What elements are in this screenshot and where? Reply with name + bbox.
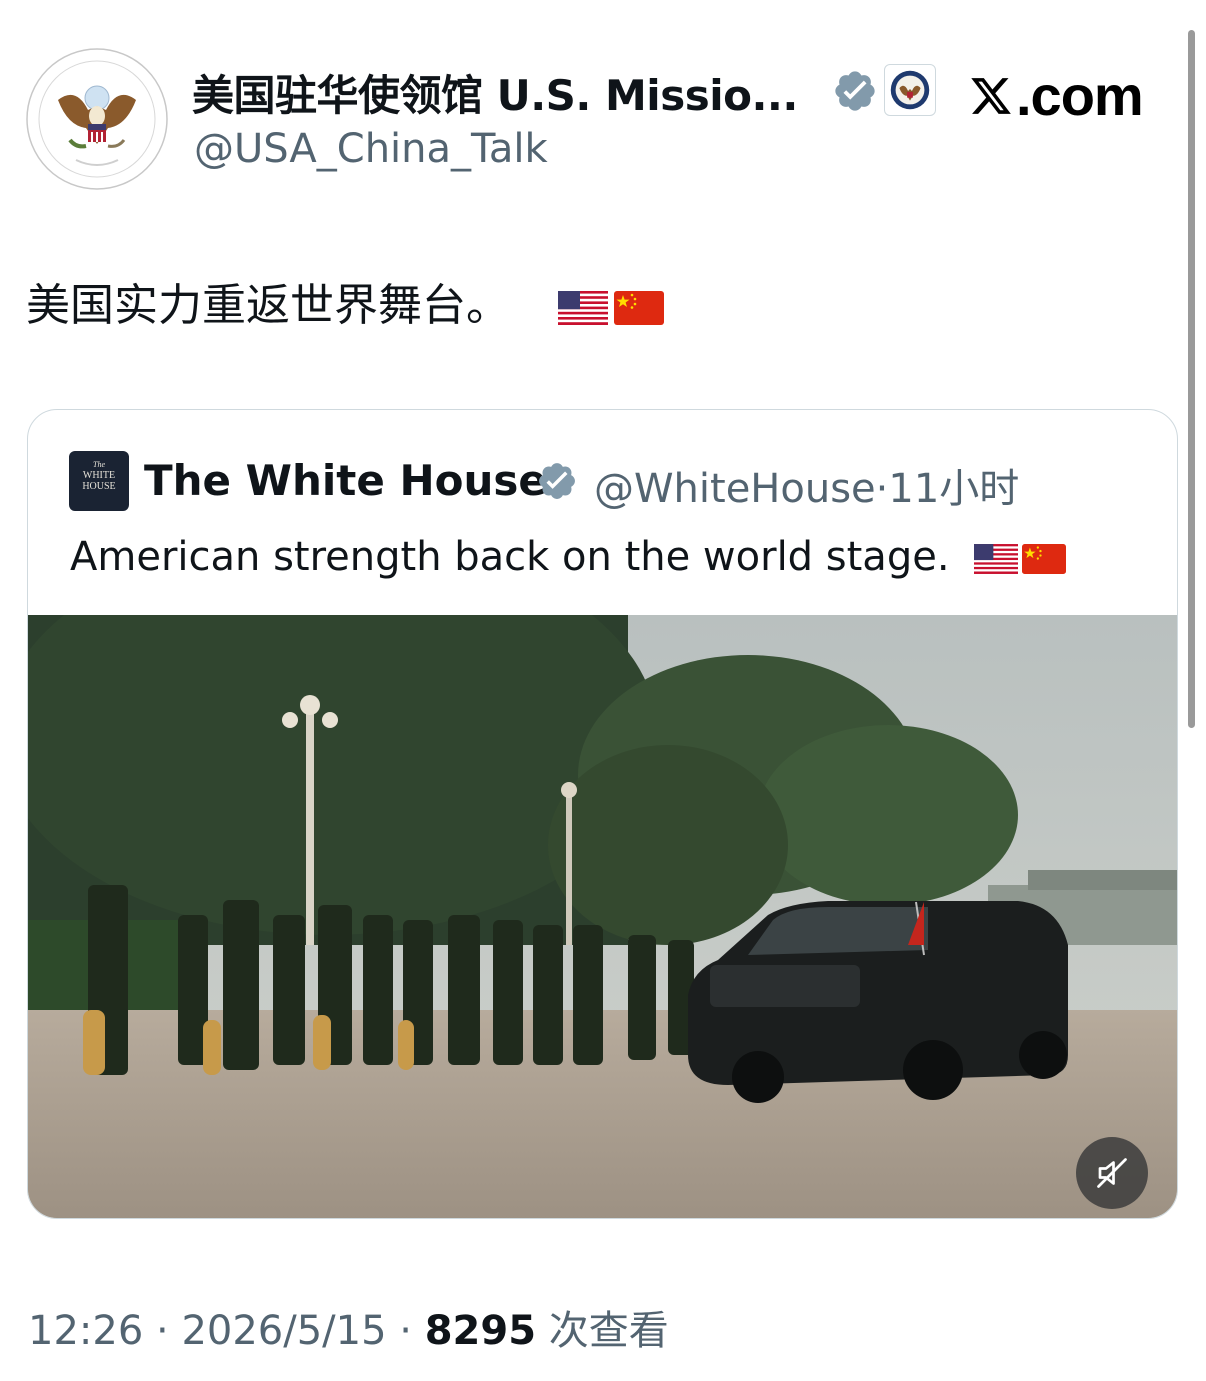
- tweet-text: 美国实力重返世界舞台。: [26, 276, 664, 336]
- display-name[interactable]: 美国驻华使领馆 U.S. Missio...: [192, 62, 798, 123]
- avatar-text-mid: WHITE: [82, 470, 116, 481]
- state-department-seal-icon[interactable]: [884, 64, 936, 116]
- quote-handle[interactable]: @WhiteHouse: [594, 466, 876, 512]
- white-house-avatar[interactable]: The WHITE HOUSE: [69, 451, 129, 511]
- separator: ·: [143, 1308, 182, 1354]
- scrollbar[interactable]: [1188, 30, 1195, 728]
- views-count[interactable]: 8295: [425, 1308, 536, 1354]
- tweet-date[interactable]: 2026/5/15: [181, 1308, 386, 1354]
- quote-body: American strength back on the world stag…: [70, 534, 950, 580]
- watermark-text: .com: [1016, 64, 1144, 127]
- china-flag-icon: [1022, 544, 1067, 574]
- avatar-text-top: The: [93, 460, 105, 469]
- avatar-text-bottom: HOUSE: [82, 481, 116, 492]
- us-flag-icon: [974, 544, 1019, 574]
- x-watermark: .com: [968, 64, 1144, 127]
- tweet-time[interactable]: 12:26: [28, 1308, 143, 1354]
- quote-card[interactable]: The WHITE HOUSE The White House @WhiteHo…: [27, 409, 1178, 1219]
- quote-text: American strength back on the world stag…: [70, 534, 1067, 580]
- china-flag-icon: [614, 291, 664, 325]
- mute-button[interactable]: [1076, 1137, 1148, 1209]
- separator: ·: [386, 1308, 425, 1354]
- tweet-meta: 12:26 · 2026/5/15 · 8295 次查看: [28, 1298, 669, 1356]
- handle[interactable]: @USA_China_Talk: [194, 126, 548, 172]
- us-flag-icon: [558, 291, 608, 325]
- quote-author-name[interactable]: The White House: [144, 456, 547, 505]
- x-logo-icon: [971, 78, 1011, 114]
- verified-badge-icon: [539, 463, 575, 499]
- tweet-body: 美国实力重返世界舞台。: [26, 280, 510, 331]
- views-label: 次查看: [536, 1308, 669, 1354]
- embassy-seal-icon[interactable]: [26, 48, 168, 190]
- video-thumbnail[interactable]: [28, 615, 1177, 1218]
- muted-speaker-icon: [1097, 1158, 1127, 1188]
- separator: ·: [875, 466, 889, 512]
- quote-meta: @WhiteHouse·11小时: [594, 456, 1019, 514]
- video-scene: [28, 615, 1177, 1218]
- quote-time[interactable]: 11小时: [888, 466, 1019, 512]
- verified-badge-icon[interactable]: [832, 68, 878, 114]
